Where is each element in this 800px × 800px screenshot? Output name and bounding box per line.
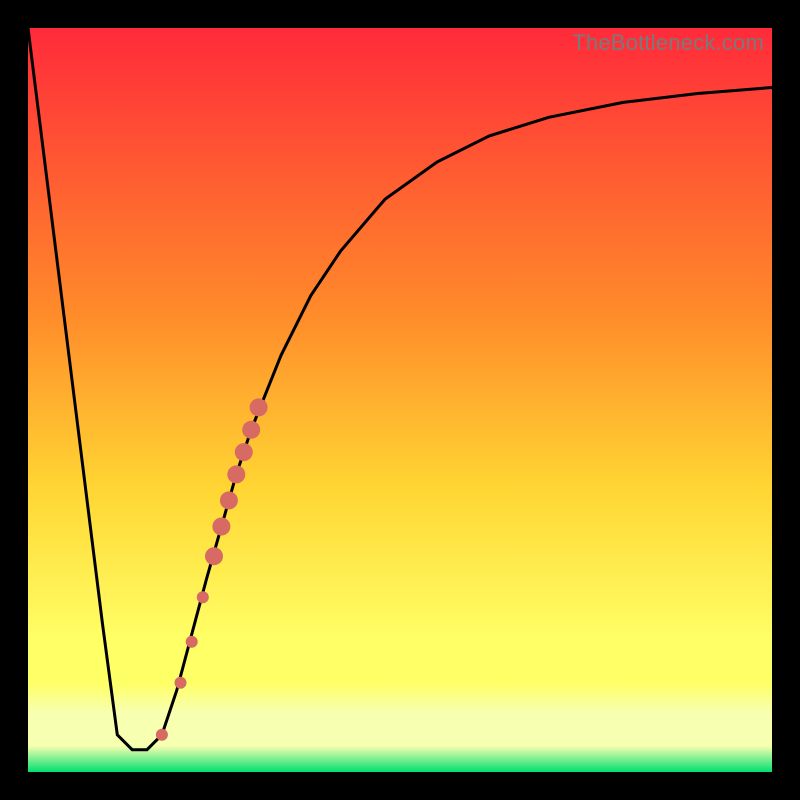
chart-frame: TheBottleneck.com (0, 0, 800, 800)
data-marker (197, 591, 209, 603)
gradient-bg (28, 28, 772, 772)
data-marker (220, 491, 238, 509)
data-marker (235, 443, 253, 461)
chart-svg (28, 28, 772, 772)
watermark-text: TheBottleneck.com (572, 30, 764, 56)
data-marker (156, 729, 168, 741)
data-marker (212, 518, 230, 536)
data-marker (175, 677, 187, 689)
data-marker (227, 465, 245, 483)
data-marker (205, 547, 223, 565)
data-marker (242, 421, 260, 439)
data-marker (250, 398, 268, 416)
data-marker (186, 636, 198, 648)
plot-area: TheBottleneck.com (28, 28, 772, 772)
